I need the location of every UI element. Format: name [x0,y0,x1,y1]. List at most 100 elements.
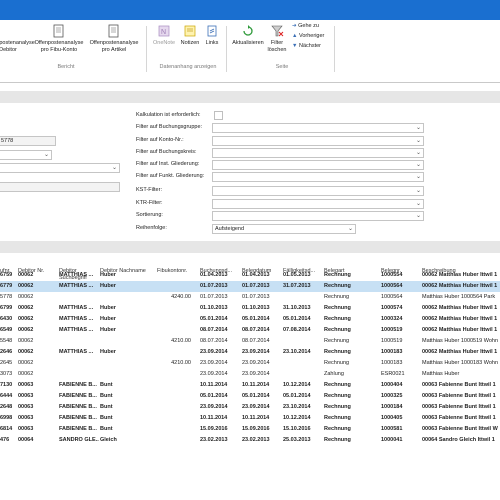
ktr-combo[interactable]: ⌄ [212,199,424,209]
table-row[interactable]: 6759 00062 MATTHIAS ... Huber 01.04.2013 01.0… [0,270,500,281]
cell-belegnr: 1000405 [381,415,403,421]
cell-belegdatum: 05.01.2014 [242,393,270,399]
notes-button[interactable]: Notizen [178,24,202,47]
table-row[interactable]: 5548 00062 4210.00 08.07.2014 08.07.2014 Rech… [0,336,500,347]
table-row[interactable]: 2645 00062 4210.00 23.09.2014 23.09.2014 Rech… [0,358,500,369]
cell-belegart: Rechnung [324,415,351,421]
chevron-down-icon: ⌄ [415,138,421,144]
cell-nachname: Huber [100,316,116,322]
kalkulation-checkbox[interactable] [214,111,223,120]
cell-lfnr: 6799 [0,305,13,311]
sortierung-combo[interactable]: ⌄ [212,211,424,221]
cell-lfnr: 6998 [0,415,13,421]
cell-belegnr: 1000581 [381,426,403,432]
cell-buchungsdatum: 10.11.2014 [200,382,228,388]
chevron-down-icon: ⌄ [415,174,421,180]
table-row[interactable]: 2646 00062 MATTHIAS ... Huber 23.09.2014 23.0… [0,347,500,358]
cell-suchbegriff: FABIENNE B... [59,415,97,421]
cell-faelligkeit: 05.01.2014 [283,393,311,399]
cell-nachname: Bunt [100,404,113,410]
cell-debitor-nr: 00062 [18,360,34,366]
label-buchungsgruppe: Filter auf Buchungsgruppe: [136,124,203,130]
goto-link[interactable]: ➜ Gehe zu [292,23,319,29]
cell-buchungsdatum: 15.09.2016 [200,426,228,432]
cell-beschreibung: 00063 Fabienne Bunt Ittwil W [422,426,498,432]
onenote-button[interactable]: N OneNote [149,24,179,47]
label-konto: Filter auf Konto-Nr.: [136,137,184,143]
openitem-item-button[interactable]: Offenpostenanalyse pro Artikel [88,24,140,53]
cell-lfnr: 6779 [0,283,13,289]
cell-belegart: Rechnung [324,360,350,366]
cell-belegnr: 1000324 [381,316,403,322]
table-row[interactable]: 6430 00062 MATTHIAS ... Huber 05.01.2014 05.0… [0,314,500,325]
cell-lfnr: 2646 [0,349,13,355]
cell-belegart: Rechnung [324,426,351,432]
cell-faelligkeit: 01.05.2013 [283,272,311,278]
table-row[interactable]: 6549 00062 MATTHIAS ... Huber 08.07.2014 08.0… [0,325,500,336]
cell-belegdatum: 15.09.2016 [242,426,270,432]
table-row[interactable]: 7130 00063 FABIENNE B... Bunt 10.11.2014 10.1… [0,380,500,391]
cell-belegnr: 1000183 [381,349,403,355]
cell-beschreibung: Matthias Huber [422,371,460,377]
cell-belegart: Rechnung [324,283,351,289]
links-button[interactable]: Links [202,24,222,47]
table-row[interactable]: 6814 00063 FABIENNE B... Bunt 15.09.2016 15.0… [0,424,500,435]
cell-buchungsdatum: 23.02.2013 [200,437,228,443]
cell-lfnr: 2648 [0,404,13,410]
previous-link[interactable]: ▲ Vorheriger [292,33,324,39]
inst-gliederung-combo[interactable]: ⌄ [212,160,424,170]
cell-belegdatum: 23.09.2014 [242,349,270,355]
konto-combo[interactable]: ⌄ [212,136,424,146]
cell-belegdatum: 01.07.2013 [242,283,270,289]
cell-buchungsdatum: 23.09.2014 [200,404,228,410]
refresh-button[interactable]: Aktualisieren [229,24,267,47]
cell-beschreibung: Matthias Huber 1000564 Park [422,294,496,300]
cell-suchbegriff: MATTHIAS ... [59,349,94,355]
left-field-3[interactable] [0,182,120,192]
cell-suchbegriff: SANDRO GLE... [59,437,99,443]
reihenfolge-select[interactable]: Aufsteigend ⌄ [212,224,356,234]
funkt-gliederung-combo[interactable]: ⌄ [212,172,424,182]
left-combo-1[interactable]: ⌄ [0,150,52,160]
buchungskreis-combo[interactable]: ⌄ [212,148,424,158]
cell-lfnr: 7130 [0,382,13,388]
cell-beschreibung: 00062 Matthias Huber Ittwil 1 [422,327,498,333]
cell-belegdatum: 23.02.2013 [242,437,270,443]
openitem-gl-button[interactable]: Offenpostenanalyse pro Fibu-Konto [33,24,85,53]
kst-combo[interactable]: ⌄ [212,186,424,196]
table-row[interactable]: 6799 00062 MATTHIAS ... Huber 01.10.2013 01.1… [0,303,500,314]
button-label: Offenpostenanalyse pro Fibu-Konto [34,40,84,53]
cell-beschreibung: Matthias Huber 1000183 Wohn [422,360,499,366]
cell-belegart: Rechnung [324,382,351,388]
label-ktr: KTR-Filter: [136,200,163,206]
cell-belegdatum: 10.11.2014 [242,415,270,421]
table-row[interactable]: 3073 00062 23.09.2014 23.09.2014 Zahlung ESR0… [0,369,500,380]
table-row[interactable]: 476 00064 SANDRO GLE... Gleich 23.02.2013 23.… [0,435,500,446]
table-row[interactable]: 6444 00063 FABIENNE B... Bunt 05.01.2014 05.0… [0,391,500,402]
table-row[interactable]: 6779 00062 MATTHIAS ... Huber 01.07.2013 01.0… [0,281,500,292]
cell-nachname: Bunt [100,426,113,432]
cell-beschreibung: 00062 Matthias Huber Ittwil 1 [422,349,498,355]
chevron-down-icon: ⌄ [415,125,421,131]
left-combo-2[interactable]: ⌄ [0,163,120,173]
goto-arrow-icon: ➜ [292,23,297,29]
table-row[interactable]: 2648 00063 FABIENNE B... Bunt 23.09.2014 23.0… [0,402,500,413]
cell-belegnr: 1000519 [381,338,403,344]
cell-nachname: Bunt [100,415,113,421]
cell-suchbegriff: MATTHIAS ... [59,327,94,333]
cell-faelligkeit: 10.12.2014 [283,415,311,421]
table-row[interactable]: 5778 00062 4240.00 01.07.2013 01.07.2013 Rech… [0,292,500,303]
notes-icon [183,24,197,38]
table-row[interactable]: 6998 00063 FABIENNE B... Bunt 10.11.2014 10.1… [0,413,500,424]
label-funkt-gliederung: Filter auf Funkt. Gliederung: [136,173,205,179]
number-field[interactable]: 5778 [0,136,56,146]
buchungsgruppe-combo[interactable]: ⌄ [212,123,424,133]
cell-debitor-nr: 00062 [18,294,34,300]
clear-filter-button[interactable]: Filter löschen [266,24,288,53]
next-link[interactable]: ▼ Nächster [292,43,321,49]
cell-belegdatum: 01.04.2013 [242,272,270,278]
cell-debitor-nr: 00062 [18,371,34,377]
label-buchungskreis: Filter auf Buchungskreis: [136,149,197,155]
grid-section-header [0,241,500,253]
openitem-debitor-button[interactable]: Offenpostenanalyse Debitor [0,24,35,53]
